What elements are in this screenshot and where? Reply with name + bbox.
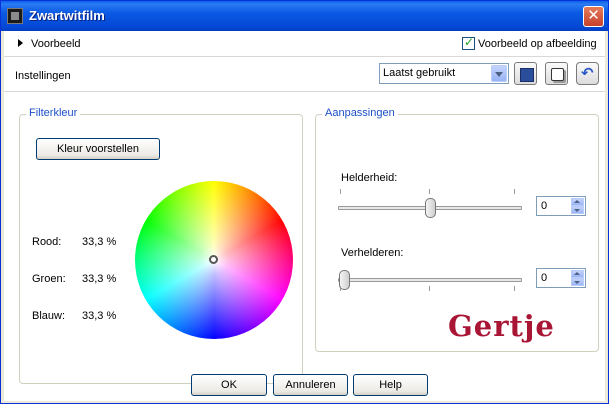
- filter-color-legend: Filterkleur: [26, 107, 81, 119]
- window-title: Zwartwitfilm: [29, 8, 105, 23]
- preview-toggle-label[interactable]: Voorbeeld: [31, 38, 81, 50]
- blue-label: Blauw:: [32, 310, 66, 322]
- slider-tick: [514, 286, 515, 291]
- spin-down-icon[interactable]: [571, 206, 584, 214]
- reset-button[interactable]: [576, 62, 599, 85]
- settings-label: Instellingen: [15, 70, 71, 82]
- preview-on-image-checkbox[interactable]: [462, 35, 475, 50]
- preview-on-image-label[interactable]: Voorbeeld op afbeelding: [478, 38, 597, 50]
- cancel-button[interactable]: Annuleren: [273, 374, 348, 396]
- spin-up-icon[interactable]: [571, 270, 584, 278]
- settings-row: Instellingen Laatst gebruikt: [4, 58, 605, 92]
- blue-value: 33,3 %: [82, 310, 117, 322]
- close-button[interactable]: ✕: [583, 6, 604, 27]
- slider-tick: [514, 189, 515, 194]
- red-value: 33,3 %: [82, 236, 117, 248]
- slider-tick: [340, 286, 341, 291]
- ok-button[interactable]: OK: [191, 374, 267, 396]
- help-button[interactable]: Help: [353, 374, 428, 396]
- clarify-spinbox[interactable]: 0: [536, 268, 586, 288]
- color-wheel[interactable]: [135, 181, 293, 339]
- brightness-value[interactable]: 0: [541, 200, 547, 212]
- slider-tick: [340, 189, 341, 194]
- green-value: 33,3 %: [82, 273, 117, 285]
- app-icon: [7, 8, 23, 24]
- dialog-body: Voorbeeld Voorbeeld op afbeelding Instel…: [4, 31, 605, 401]
- chevron-down-icon[interactable]: [491, 65, 507, 82]
- filter-color-group: Filterkleur Kleur voorstellen Rood: 33,3…: [19, 107, 303, 384]
- preset-dropdown[interactable]: Laatst gebruikt: [379, 63, 509, 84]
- spin-down-icon[interactable]: [571, 278, 584, 286]
- randomize-button[interactable]: [545, 62, 568, 85]
- expand-arrow-icon[interactable]: [18, 39, 23, 47]
- save-preset-button[interactable]: [514, 62, 537, 85]
- clarify-value[interactable]: 0: [541, 272, 547, 284]
- clarify-label: Verhelderen:: [341, 247, 404, 259]
- color-wheel-marker[interactable]: [209, 255, 218, 264]
- green-label: Groen:: [32, 273, 66, 285]
- slider-tick: [429, 189, 430, 194]
- suggest-color-button[interactable]: Kleur voorstellen: [36, 138, 160, 160]
- spin-up-icon[interactable]: [571, 198, 584, 206]
- dialog-window: Zwartwitfilm ✕ Voorbeeld Voorbeeld op af…: [0, 0, 609, 404]
- red-label: Rood:: [32, 236, 62, 248]
- brightness-label: Helderheid:: [341, 172, 398, 184]
- brightness-slider[interactable]: [338, 198, 522, 218]
- brightness-slider-thumb[interactable]: [425, 198, 436, 218]
- brightness-spinbox[interactable]: 0: [536, 196, 586, 216]
- adjustments-legend: Aanpassingen: [322, 107, 398, 119]
- signature-watermark: Gertje: [448, 309, 555, 343]
- preview-row: Voorbeeld Voorbeeld op afbeelding: [4, 31, 605, 57]
- title-bar[interactable]: Zwartwitfilm ✕: [1, 1, 608, 31]
- preset-value: Laatst gebruikt: [383, 67, 456, 79]
- slider-tick: [429, 286, 430, 291]
- clarify-slider[interactable]: [338, 270, 522, 290]
